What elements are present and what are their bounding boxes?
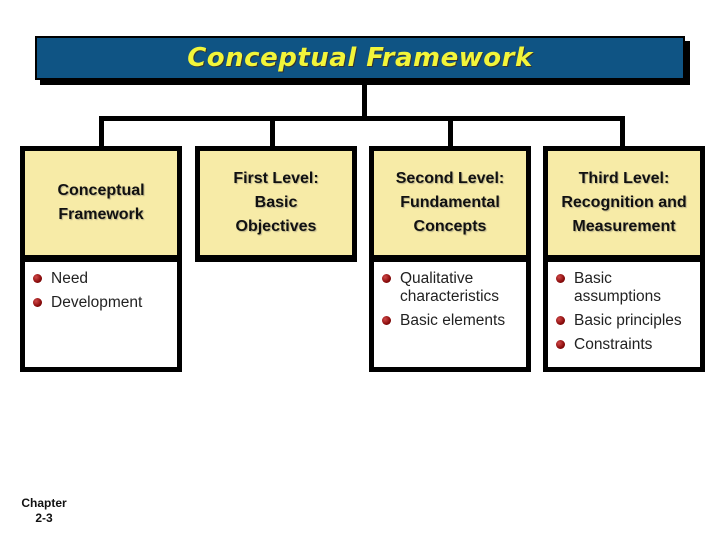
connector-drop-4 — [620, 116, 625, 148]
column-conceptual-framework: Conceptual Framework Need Development — [20, 146, 182, 372]
list-item: Basic assumptions — [554, 270, 696, 306]
bullet-icon — [33, 298, 42, 307]
list-item: Basic principles — [554, 312, 696, 330]
list-item-text: Need — [51, 270, 89, 287]
column-first-level: First Level: Basic Objectives — [195, 146, 357, 262]
column-second-level: Second Level: Fundamental Concepts Quali… — [369, 146, 531, 372]
bullet-icon — [556, 340, 565, 349]
diagram-title: Conceptual Framework — [187, 43, 533, 73]
title-banner: Conceptual Framework — [35, 36, 685, 80]
connector-drop-3 — [448, 116, 453, 148]
list-item-text: Qualitative characteristics — [400, 270, 500, 305]
box-second-level: Second Level: Fundamental Concepts — [369, 146, 531, 262]
column-third-level: Third Level: Recognition and Measurement… — [543, 146, 705, 372]
bullet-panel: Qualitative characteristics Basic elemen… — [369, 262, 531, 372]
box-heading: First Level: Basic Objectives — [233, 170, 319, 235]
list-item-text: Development — [51, 294, 143, 311]
box-heading: Conceptual Framework — [57, 182, 145, 223]
list-item: Qualitative characteristics — [380, 270, 522, 306]
list-item-text: Constraints — [574, 336, 653, 353]
bullet-icon — [382, 316, 391, 325]
list-item: Need — [31, 270, 173, 288]
box-first-level: First Level: Basic Objectives — [195, 146, 357, 262]
list-item: Basic elements — [380, 312, 522, 330]
connector-drop-2 — [270, 116, 275, 148]
list-item: Development — [31, 294, 173, 312]
list-item-text: Basic principles — [574, 312, 682, 329]
bullet-icon — [382, 274, 391, 283]
bullet-icon — [556, 274, 565, 283]
connector-bar — [99, 116, 625, 121]
box-conceptual-framework: Conceptual Framework — [20, 146, 182, 262]
box-heading: Second Level: Fundamental Concepts — [395, 170, 505, 235]
list-item-text: Basic elements — [400, 312, 506, 329]
bullet-icon — [33, 274, 42, 283]
chapter-label: Chapter 2-3 — [21, 496, 67, 525]
connector-stem — [362, 80, 367, 120]
bullet-panel: Basic assumptions Basic principles Const… — [543, 262, 705, 372]
connector-drop-1 — [99, 116, 104, 148]
list-item: Constraints — [554, 336, 696, 354]
box-heading: Third Level: Recognition and Measurement — [561, 170, 687, 235]
bullet-icon — [556, 316, 565, 325]
list-item-text: Basic assumptions — [574, 270, 662, 305]
bullet-panel: Need Development — [20, 262, 182, 372]
box-third-level: Third Level: Recognition and Measurement — [543, 146, 705, 262]
